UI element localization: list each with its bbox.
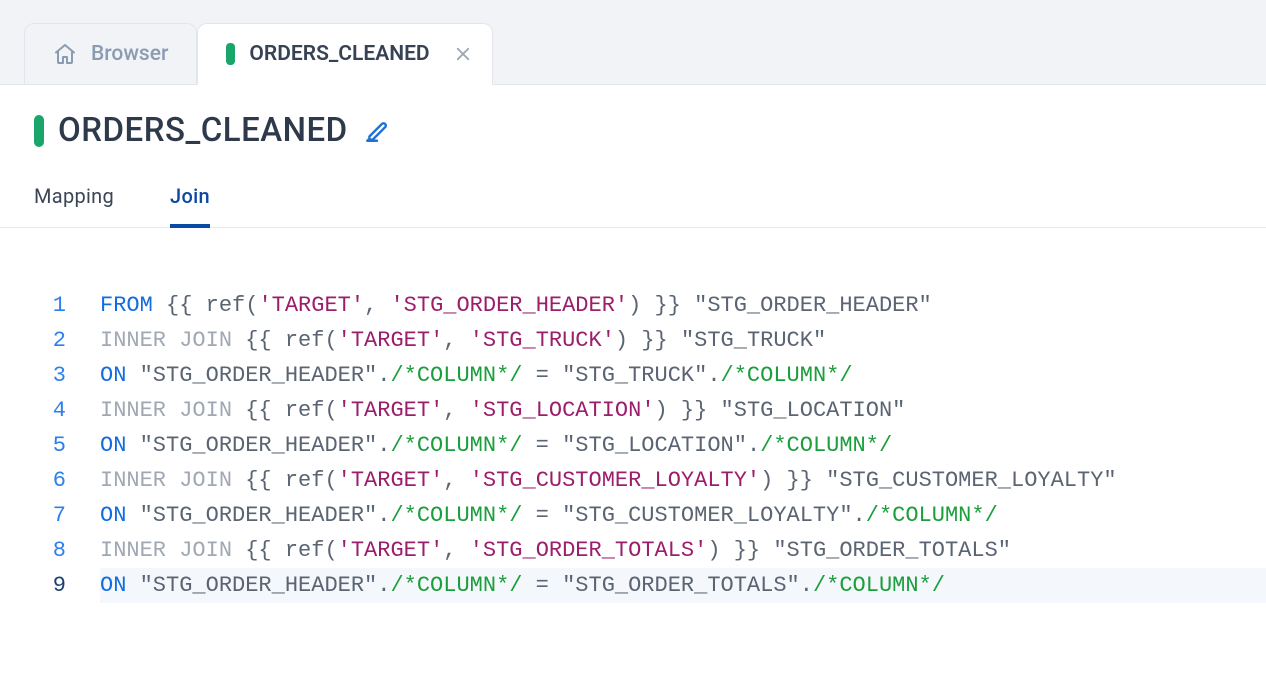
code-line[interactable]: 1FROM {{ ref('TARGET', 'STG_ORDER_HEADER…	[0, 288, 1266, 323]
code-content[interactable]: FROM {{ ref('TARGET', 'STG_ORDER_HEADER'…	[100, 288, 932, 323]
code-content[interactable]: ON "STG_ORDER_HEADER"./*COLUMN*/ = "STG_…	[100, 428, 892, 463]
page-header: ORDERS_CLEANED	[0, 85, 1266, 150]
code-editor[interactable]: 1FROM {{ ref('TARGET', 'STG_ORDER_HEADER…	[0, 228, 1266, 603]
code-content[interactable]: INNER JOIN {{ ref('TARGET', 'STG_LOCATIO…	[100, 393, 905, 428]
code-content[interactable]: INNER JOIN {{ ref('TARGET', 'STG_TRUCK')…	[100, 323, 826, 358]
edit-icon[interactable]	[364, 118, 390, 144]
entity-marker-icon	[34, 115, 44, 147]
code-line[interactable]: 2INNER JOIN {{ ref('TARGET', 'STG_TRUCK'…	[0, 323, 1266, 358]
tab-bar: Browser ORDERS_CLEANED	[0, 0, 1266, 85]
line-number: 5	[0, 428, 100, 463]
line-number: 1	[0, 288, 100, 323]
code-content[interactable]: ON "STG_ORDER_HEADER"./*COLUMN*/ = "STG_…	[100, 358, 853, 393]
subtab-mapping[interactable]: Mapping	[34, 184, 114, 228]
entity-marker-icon	[226, 43, 235, 65]
code-line[interactable]: 4INNER JOIN {{ ref('TARGET', 'STG_LOCATI…	[0, 393, 1266, 428]
line-number: 7	[0, 498, 100, 533]
line-number: 9	[0, 568, 100, 603]
home-icon	[53, 42, 77, 66]
line-number: 4	[0, 393, 100, 428]
line-number: 6	[0, 463, 100, 498]
code-content[interactable]: ON "STG_ORDER_HEADER"./*COLUMN*/ = "STG_…	[100, 498, 998, 533]
line-number: 2	[0, 323, 100, 358]
code-line[interactable]: 9ON "STG_ORDER_HEADER"./*COLUMN*/ = "STG…	[0, 568, 1266, 603]
code-content[interactable]: ON "STG_ORDER_HEADER"./*COLUMN*/ = "STG_…	[100, 568, 945, 603]
close-icon[interactable]	[454, 45, 472, 63]
code-line[interactable]: 3ON "STG_ORDER_HEADER"./*COLUMN*/ = "STG…	[0, 358, 1266, 393]
tab-browser-label: Browser	[91, 42, 168, 66]
page-title: ORDERS_CLEANED	[58, 111, 348, 150]
line-number: 3	[0, 358, 100, 393]
subtabs: Mapping Join	[0, 150, 1266, 228]
code-line[interactable]: 5ON "STG_ORDER_HEADER"./*COLUMN*/ = "STG…	[0, 428, 1266, 463]
line-number: 8	[0, 533, 100, 568]
tab-orders-cleaned[interactable]: ORDERS_CLEANED	[197, 23, 492, 85]
subtab-join[interactable]: Join	[170, 184, 210, 228]
code-line[interactable]: 7ON "STG_ORDER_HEADER"./*COLUMN*/ = "STG…	[0, 498, 1266, 533]
code-content[interactable]: INNER JOIN {{ ref('TARGET', 'STG_CUSTOME…	[100, 463, 1117, 498]
tab-active-label: ORDERS_CLEANED	[249, 42, 429, 66]
tab-browser[interactable]: Browser	[24, 23, 197, 84]
code-line[interactable]: 6INNER JOIN {{ ref('TARGET', 'STG_CUSTOM…	[0, 463, 1266, 498]
code-line[interactable]: 8INNER JOIN {{ ref('TARGET', 'STG_ORDER_…	[0, 533, 1266, 568]
code-content[interactable]: INNER JOIN {{ ref('TARGET', 'STG_ORDER_T…	[100, 533, 1011, 568]
